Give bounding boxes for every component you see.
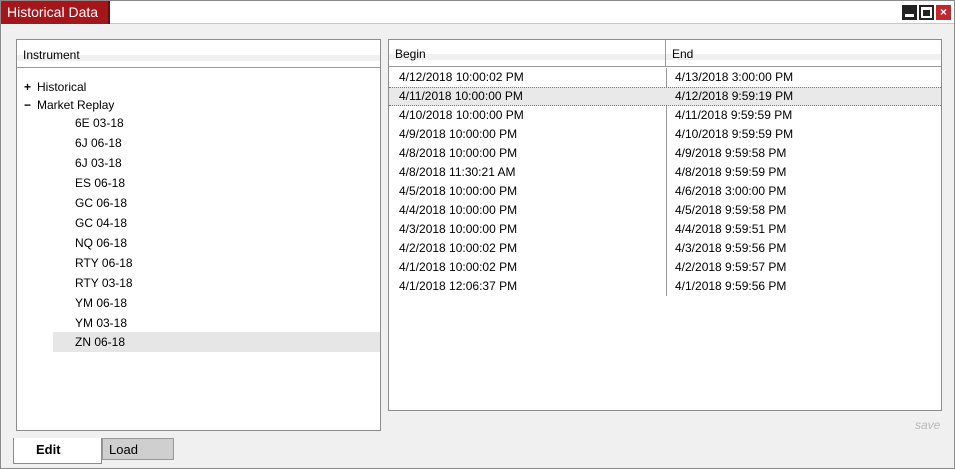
table-row[interactable]: 4/4/2018 10:00:00 PM 4/5/2018 9:59:58 PM [389, 201, 941, 220]
date-range-grid: Begin End 4/12/2018 10:00:02 PM 4/13/201… [388, 39, 942, 411]
maximize-button[interactable] [919, 5, 934, 20]
instrument-item[interactable]: 6J 03-18 [53, 154, 380, 172]
instrument-item[interactable]: NQ 06-18 [53, 234, 380, 252]
tree-node-label: Historical [37, 80, 87, 94]
tree-node-label: Market Replay [37, 98, 115, 112]
tree-node-market-replay[interactable]: − Market Replay [17, 96, 380, 114]
instrument-item[interactable]: 6E 03-18 [53, 114, 380, 132]
historical-data-window: Historical Data × Instrument + Historica… [0, 0, 955, 469]
table-row[interactable]: 4/10/2018 10:00:00 PM 4/11/2018 9:59:59 … [389, 106, 941, 125]
instrument-item[interactable]: YM 03-18 [53, 314, 380, 332]
instrument-header: Instrument [17, 40, 380, 68]
tab-edit[interactable]: Edit [13, 438, 102, 464]
column-header-end[interactable]: End [666, 40, 941, 67]
table-row[interactable]: 4/2/2018 10:00:02 PM 4/3/2018 9:59:56 PM [389, 239, 941, 258]
table-row[interactable]: 4/12/2018 10:00:02 PM 4/13/2018 3:00:00 … [389, 68, 941, 87]
table-row[interactable]: 4/9/2018 10:00:00 PM 4/10/2018 9:59:59 P… [389, 125, 941, 144]
tab-load[interactable]: Load [102, 438, 174, 460]
table-row-selected[interactable]: 4/11/2018 10:00:00 PM 4/12/2018 9:59:19 … [389, 87, 941, 106]
minimize-icon [905, 14, 914, 17]
grid-header: Begin End [389, 40, 941, 67]
expand-icon[interactable]: + [24, 78, 32, 96]
instrument-item[interactable]: RTY 03-18 [53, 274, 380, 292]
table-row[interactable]: 4/1/2018 10:00:02 PM 4/2/2018 9:59:57 PM [389, 258, 941, 277]
instrument-item[interactable]: YM 06-18 [53, 294, 380, 312]
window-title: Historical Data [1, 1, 110, 24]
instrument-item[interactable]: GC 04-18 [53, 214, 380, 232]
table-row[interactable]: 4/8/2018 10:00:00 PM 4/9/2018 9:59:58 PM [389, 144, 941, 163]
instrument-item[interactable]: ES 06-18 [53, 174, 380, 192]
tree-node-historical[interactable]: + Historical [17, 78, 380, 96]
save-link[interactable]: save [915, 418, 940, 432]
instrument-item[interactable]: GC 06-18 [53, 194, 380, 212]
instrument-item[interactable]: 6J 06-18 [53, 134, 380, 152]
instrument-item[interactable]: RTY 06-18 [53, 254, 380, 272]
close-icon: × [939, 5, 947, 19]
close-button[interactable]: × [936, 5, 951, 20]
table-row[interactable]: 4/3/2018 10:00:00 PM 4/4/2018 9:59:51 PM [389, 220, 941, 239]
table-row[interactable]: 4/8/2018 11:30:21 AM 4/8/2018 9:59:59 PM [389, 163, 941, 182]
instrument-header-label: Instrument [23, 48, 80, 62]
minimize-button[interactable] [902, 5, 917, 20]
title-bar: Historical Data × [1, 1, 954, 24]
column-header-begin[interactable]: Begin [389, 40, 666, 67]
table-row[interactable]: 4/5/2018 10:00:00 PM 4/6/2018 3:00:00 PM [389, 182, 941, 201]
instrument-item-selected[interactable]: ZN 06-18 [53, 332, 380, 352]
window-controls: × [902, 5, 951, 20]
table-row[interactable]: 4/1/2018 12:06:37 PM 4/1/2018 9:59:56 PM [389, 277, 941, 296]
instrument-panel: Instrument + Historical − Market Replay … [16, 39, 381, 431]
maximize-icon [921, 7, 932, 18]
collapse-icon[interactable]: − [24, 96, 32, 114]
